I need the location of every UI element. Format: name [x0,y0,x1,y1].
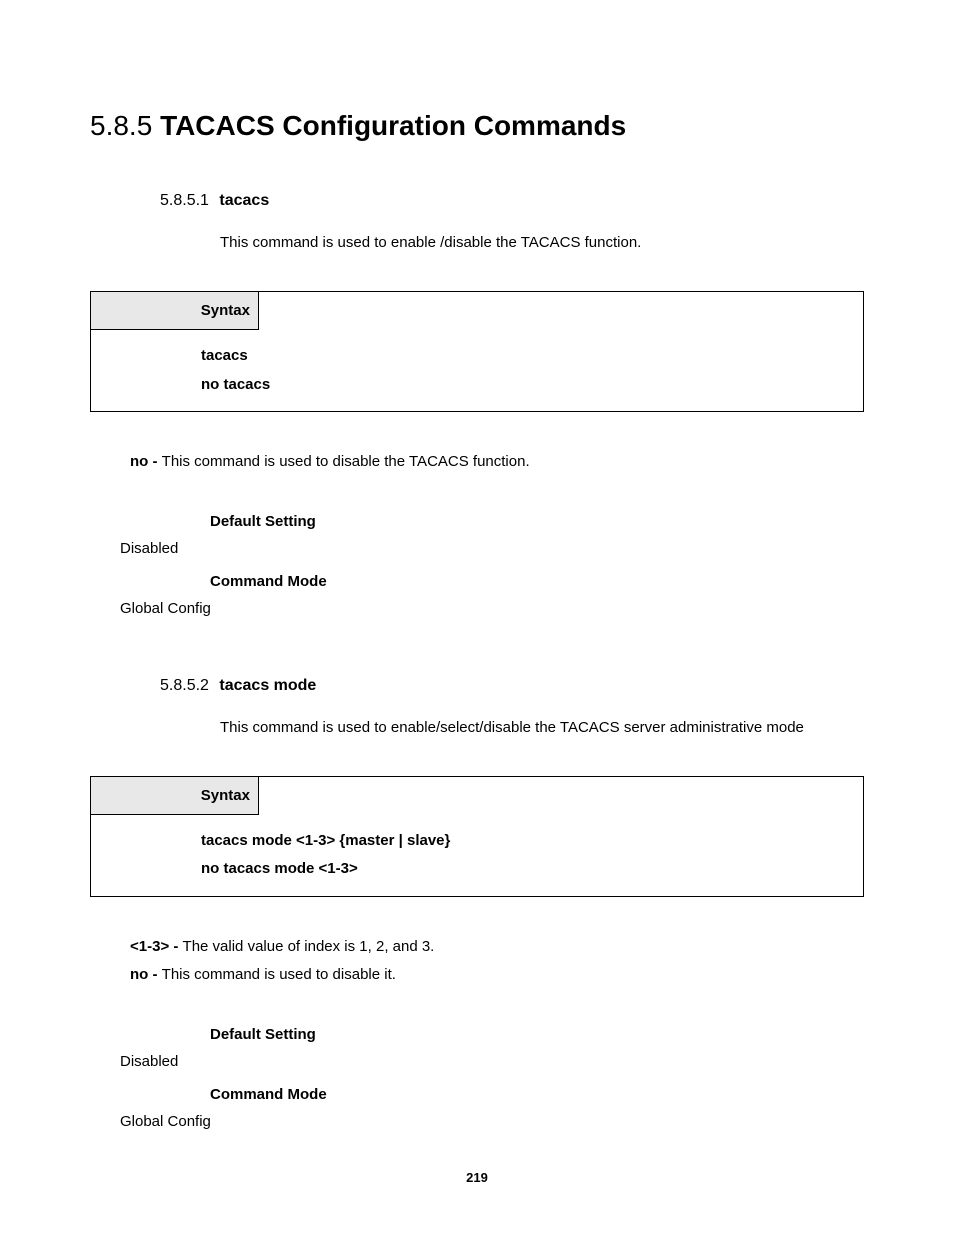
syntax-body: tacacs mode <1-3> {master | slave} no ta… [91,815,863,896]
param-key: no - [130,453,162,470]
syntax-box: Syntax tacacs no tacacs [90,291,864,412]
syntax-line: no tacacs [201,371,853,400]
param-key: <1-3> - [130,938,183,955]
param-text: The valid value of index is 1, 2, and 3. [183,938,435,955]
syntax-box: Syntax tacacs mode <1-3> {master | slave… [90,776,864,897]
settings-block: Default Setting Disabled Command Mode Gl… [120,1026,864,1130]
subsection: 5.8.5.1 tacacs This command is used to e… [160,192,864,251]
setting-value: Global Config [120,1113,864,1130]
setting-label: Command Mode [210,1086,864,1103]
param-key: no - [130,966,162,983]
setting-label: Default Setting [210,1026,864,1043]
setting-label: Command Mode [210,573,864,590]
setting-value: Disabled [120,540,864,557]
param-text: This command is used to disable it. [162,966,396,983]
subsection: 5.8.5.2 tacacs mode This command is used… [160,677,864,736]
syntax-label: Syntax [91,777,259,815]
setting-value: Disabled [120,1053,864,1070]
param-block: <1-3> - The valid value of index is 1, 2… [130,933,864,990]
section-title: TACACS Configuration Commands [160,110,626,141]
syntax-body: tacacs no tacacs [91,330,863,411]
syntax-line: tacacs mode <1-3> {master | slave} [201,827,853,856]
param-line: <1-3> - The valid value of index is 1, 2… [130,933,864,962]
param-line: no - This command is used to disable the… [130,448,864,477]
subsection-description: This command is used to enable/select/di… [220,719,864,736]
subsection-description: This command is used to enable /disable … [220,234,864,251]
syntax-label: Syntax [91,292,259,330]
document-page: 5.8.5 TACACS Configuration Commands 5.8.… [0,0,954,1235]
subsection-heading: 5.8.5.2 tacacs mode [160,677,864,695]
subsection-title: tacacs mode [219,677,316,694]
syntax-line: no tacacs mode <1-3> [201,855,853,884]
setting-label: Default Setting [210,513,864,530]
subsection-title: tacacs [219,192,269,209]
param-line: no - This command is used to disable it. [130,961,864,990]
section-number: 5.8.5 [90,110,152,141]
subsection-heading: 5.8.5.1 tacacs [160,192,864,210]
page-number: 219 [0,1170,954,1185]
param-block: no - This command is used to disable the… [130,448,864,477]
param-text: This command is used to disable the TACA… [162,453,530,470]
subsection-number: 5.8.5.2 [160,677,209,694]
syntax-line: tacacs [201,342,853,371]
subsection-number: 5.8.5.1 [160,192,209,209]
settings-block: Default Setting Disabled Command Mode Gl… [120,513,864,617]
section-heading: 5.8.5 TACACS Configuration Commands [90,110,864,142]
setting-value: Global Config [120,600,864,617]
